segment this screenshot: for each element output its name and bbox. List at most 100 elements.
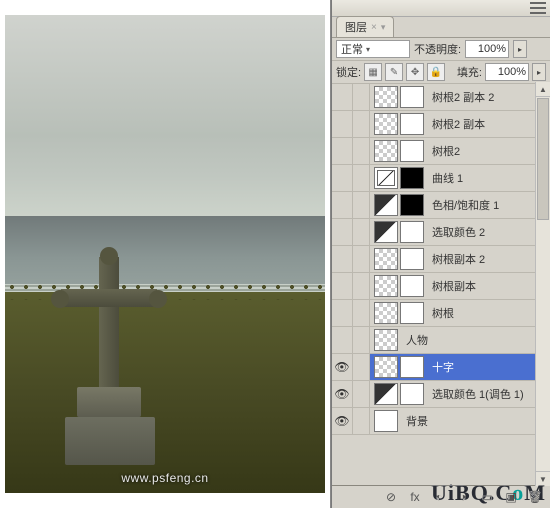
layer-thumb[interactable] — [374, 275, 398, 297]
layer-row[interactable]: 曲线 1 — [332, 165, 536, 192]
layer-thumb[interactable] — [400, 167, 424, 189]
layer-thumb[interactable] — [374, 86, 398, 108]
fill-label: 填充: — [457, 64, 482, 80]
visibility-toggle[interactable] — [332, 273, 353, 299]
layer-name[interactable]: 选取颜色 2 — [432, 224, 485, 240]
layer-name[interactable]: 背景 — [406, 413, 428, 429]
dropdown-arrow-icon: ▾ — [366, 45, 370, 54]
layer-row[interactable]: 树根2 副本 2 — [332, 84, 536, 111]
layer-thumb[interactable] — [400, 248, 424, 270]
tab-layers[interactable]: 图层 × ▾ — [336, 16, 394, 37]
layer-name[interactable]: 树根2 副本 2 — [432, 89, 494, 105]
layer-row[interactable]: 👁 背景 — [332, 408, 536, 435]
layer-thumb[interactable] — [374, 356, 398, 378]
visibility-toggle[interactable]: 👁 — [332, 354, 353, 380]
opacity-input[interactable]: 100% — [465, 40, 509, 58]
visibility-toggle[interactable] — [332, 327, 353, 353]
link-col[interactable] — [353, 138, 370, 164]
link-col[interactable] — [353, 273, 370, 299]
layer-thumbs — [370, 383, 428, 405]
layer-thumb[interactable] — [374, 329, 398, 351]
scroll-up-icon[interactable]: ▲ — [536, 82, 550, 97]
lock-position-icon[interactable]: ✥ — [406, 63, 424, 81]
layer-thumb[interactable] — [400, 86, 424, 108]
layer-row[interactable]: 人物 — [332, 327, 536, 354]
layer-row[interactable]: 👁 选取颜色 1(调色 1) — [332, 381, 536, 408]
layer-thumb[interactable] — [400, 275, 424, 297]
layer-thumb[interactable] — [374, 302, 398, 324]
link-col[interactable] — [353, 381, 370, 407]
layer-name[interactable]: 十字 — [432, 359, 454, 375]
visibility-toggle[interactable] — [332, 246, 353, 272]
visibility-toggle[interactable] — [332, 165, 353, 191]
layer-thumb[interactable] — [400, 140, 424, 162]
layer-name[interactable]: 树根2 副本 — [432, 116, 485, 132]
layer-thumb[interactable] — [400, 221, 424, 243]
tab-close-icon[interactable]: × — [371, 22, 377, 33]
layer-row[interactable]: 树根2 — [332, 138, 536, 165]
fx-icon[interactable]: fx — [406, 489, 424, 505]
panel-titlebar[interactable] — [332, 0, 550, 17]
layer-name[interactable]: 曲线 1 — [432, 170, 463, 186]
scroll-thumb[interactable] — [537, 98, 549, 220]
visibility-toggle[interactable] — [332, 84, 353, 110]
layer-name[interactable]: 选取颜色 1(调色 1) — [432, 386, 524, 402]
layer-row[interactable]: 树根2 副本 — [332, 111, 536, 138]
link-col[interactable] — [353, 354, 370, 380]
layer-row[interactable]: 选取颜色 2 — [332, 219, 536, 246]
visibility-toggle[interactable]: 👁 — [332, 408, 353, 434]
layer-thumb[interactable] — [400, 194, 424, 216]
fill-input[interactable]: 100% — [485, 63, 529, 81]
link-col[interactable] — [353, 192, 370, 218]
lock-transparency-icon[interactable]: ▦ — [364, 63, 382, 81]
link-col[interactable] — [353, 111, 370, 137]
layer-name[interactable]: 树根副本 — [432, 278, 476, 294]
link-col[interactable] — [353, 219, 370, 245]
link-col[interactable] — [353, 408, 370, 434]
visibility-toggle[interactable] — [332, 111, 353, 137]
layer-name[interactable]: 树根2 — [432, 143, 460, 159]
layer-thumb[interactable] — [374, 167, 398, 189]
panel-menu-icon[interactable] — [530, 1, 546, 15]
link-col[interactable] — [353, 300, 370, 326]
layer-thumbs — [370, 410, 402, 432]
link-col[interactable] — [353, 327, 370, 353]
opacity-slider-icon[interactable]: ▸ — [513, 40, 527, 58]
layer-thumb[interactable] — [374, 248, 398, 270]
link-col[interactable] — [353, 246, 370, 272]
link-col[interactable] — [353, 165, 370, 191]
layer-row[interactable]: 树根副本 — [332, 273, 536, 300]
visibility-toggle[interactable] — [332, 138, 353, 164]
layer-thumb[interactable] — [400, 356, 424, 378]
link-layers-icon[interactable]: ⊘ — [382, 489, 400, 505]
layers-scrollbar[interactable]: ▲ ▼ — [535, 82, 550, 486]
layer-row[interactable]: 树根副本 2 — [332, 246, 536, 273]
layer-thumb[interactable] — [374, 221, 398, 243]
layer-thumb[interactable] — [374, 140, 398, 162]
layer-name[interactable]: 人物 — [406, 332, 428, 348]
link-col[interactable] — [353, 84, 370, 110]
layer-row[interactable]: 👁 十字 — [332, 354, 536, 381]
blend-mode-select[interactable]: 正常 ▾ — [336, 40, 410, 58]
layer-row[interactable]: 树根 — [332, 300, 536, 327]
layer-list[interactable]: 树根2 副本 2 树根2 副本树根2 曲线 1 色相/饱和度 1 选取颜色 2 树根副本 … — [332, 84, 536, 485]
visibility-toggle[interactable]: 👁 — [332, 381, 353, 407]
layer-name[interactable]: 色相/饱和度 1 — [432, 197, 499, 213]
layer-thumb[interactable] — [374, 410, 398, 432]
lock-pixels-icon[interactable]: ✎ — [385, 63, 403, 81]
layer-name[interactable]: 树根副本 2 — [432, 251, 485, 267]
layer-thumb[interactable] — [374, 383, 398, 405]
visibility-toggle[interactable] — [332, 219, 353, 245]
layer-name[interactable]: 树根 — [432, 305, 454, 321]
layer-thumb[interactable] — [400, 113, 424, 135]
tab-dropdown-icon[interactable]: ▾ — [381, 22, 386, 33]
visibility-toggle[interactable] — [332, 300, 353, 326]
lock-all-icon[interactable]: 🔒 — [427, 63, 445, 81]
layer-thumb[interactable] — [374, 194, 398, 216]
fill-slider-icon[interactable]: ▸ — [532, 63, 546, 81]
layer-thumb[interactable] — [400, 302, 424, 324]
layer-thumb[interactable] — [400, 383, 424, 405]
layer-row[interactable]: 色相/饱和度 1 — [332, 192, 536, 219]
layer-thumb[interactable] — [374, 113, 398, 135]
visibility-toggle[interactable] — [332, 192, 353, 218]
